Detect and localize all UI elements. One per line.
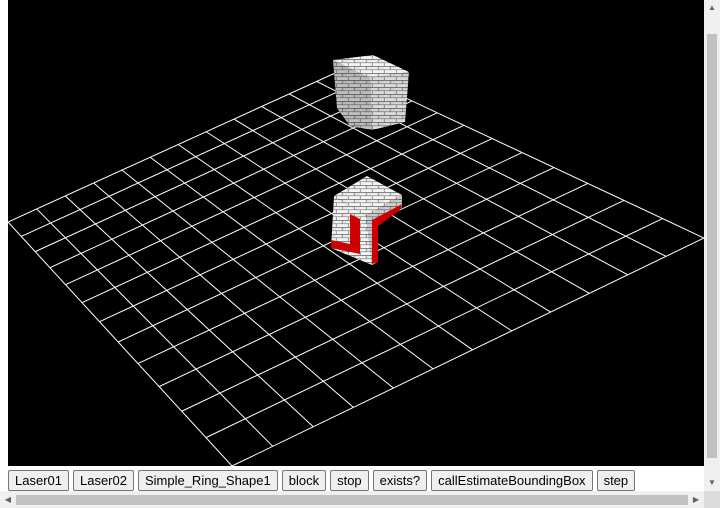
grid-line	[64, 195, 314, 428]
3d-viewport[interactable]	[8, 0, 704, 466]
scroll-down-icon[interactable]: ▼	[704, 475, 720, 491]
scroll-up-icon[interactable]: ▲	[704, 0, 720, 16]
stone-brick-cube-front[interactable]	[331, 176, 402, 265]
scroll-left-icon[interactable]: ◀	[0, 491, 16, 508]
scrollbar-corner	[704, 491, 720, 508]
simple-ring-shape1-button[interactable]: Simple_Ring_Shape1	[137, 470, 278, 491]
laser01-button[interactable]: Laser01	[8, 470, 69, 491]
exists-button[interactable]: exists?	[372, 470, 428, 491]
grid-line	[93, 182, 354, 408]
grid-line	[36, 208, 274, 447]
grid-line	[8, 221, 233, 466]
scroll-right-icon[interactable]: ▶	[688, 491, 704, 508]
vertical-scrollbar[interactable]: ▲ ▼	[704, 0, 720, 491]
grid-line	[117, 152, 523, 343]
grid-line	[181, 199, 625, 412]
grid-line	[231, 237, 704, 466]
step-button[interactable]: step	[596, 470, 636, 491]
grid-line	[233, 118, 551, 313]
stop-button[interactable]: stop	[330, 470, 369, 491]
stone-brick-cube-back[interactable]	[333, 55, 409, 130]
grid-line	[8, 68, 345, 223]
horizontal-scroll-thumb[interactable]	[16, 495, 688, 505]
button-toolbar: Laser01 Laser02 Simple_Ring_Shape1 block sto…	[8, 470, 636, 492]
horizontal-scrollbar[interactable]: ◀ ▶	[0, 491, 704, 508]
block-button[interactable]: block	[281, 470, 327, 491]
3d-scene[interactable]	[8, 0, 704, 466]
grid-line	[81, 124, 465, 304]
callestimateboundingbox-button[interactable]: callEstimateBoundingBox	[431, 470, 593, 491]
vertical-scroll-thumb[interactable]	[707, 34, 717, 458]
grid-line	[205, 218, 663, 439]
grid-line	[99, 138, 493, 323]
floor-grid	[8, 68, 704, 466]
grid-line	[21, 78, 366, 237]
laser02-button[interactable]: Laser02	[72, 470, 134, 491]
